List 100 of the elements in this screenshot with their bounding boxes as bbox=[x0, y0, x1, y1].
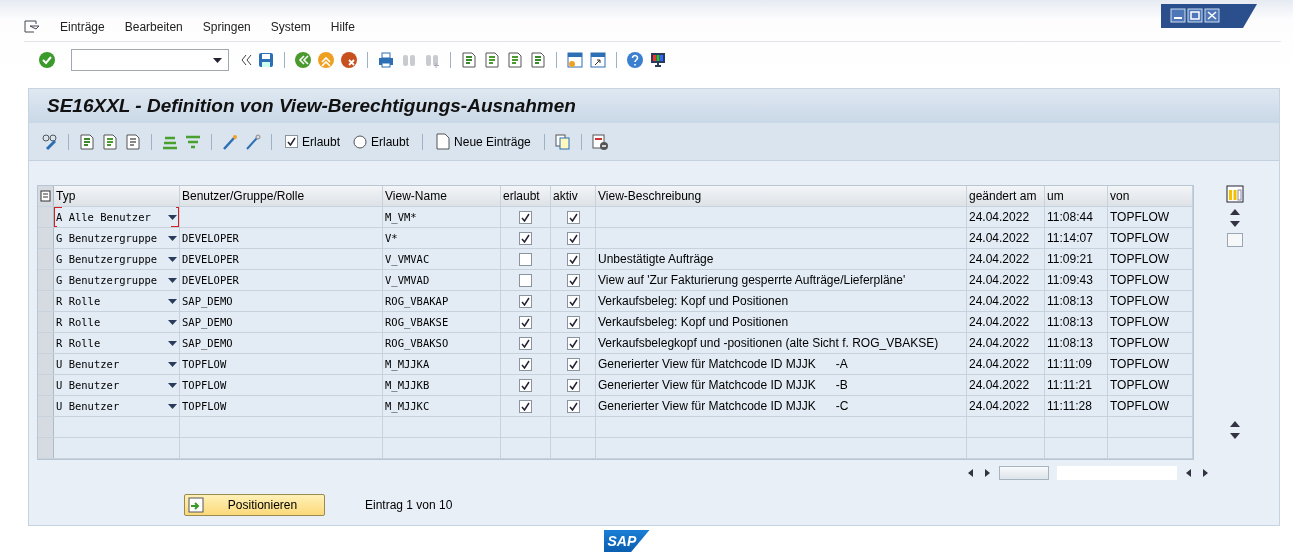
delete-row-icon[interactable] bbox=[590, 132, 609, 151]
scroll-down-icon[interactable] bbox=[1230, 433, 1240, 439]
glasses-pencil-icon[interactable] bbox=[41, 132, 59, 151]
column-header[interactable]: Benutzer/Gruppe/Rolle bbox=[180, 186, 383, 206]
checkbox[interactable] bbox=[566, 399, 580, 413]
dropdown-caret-icon[interactable] bbox=[168, 361, 177, 367]
dropdown-caret-icon[interactable] bbox=[168, 382, 177, 388]
checkbox[interactable] bbox=[566, 315, 580, 329]
save-icon[interactable] bbox=[257, 51, 275, 69]
type-dropdown[interactable]: G Benutzergruppe bbox=[54, 270, 180, 290]
checkbox[interactable] bbox=[566, 252, 580, 266]
cancel-icon[interactable] bbox=[340, 51, 358, 69]
caret-icon bbox=[213, 57, 222, 63]
scroll-left-icon[interactable] bbox=[967, 468, 975, 478]
column-header[interactable]: um bbox=[1045, 186, 1108, 206]
column-header[interactable]: View-Name bbox=[383, 186, 501, 206]
table-cell: M_VM* bbox=[385, 211, 417, 223]
window-controls[interactable] bbox=[1161, 4, 1257, 28]
table-cell: TOPFLOW bbox=[1110, 273, 1170, 287]
entry-count: Eintrag 1 von 10 bbox=[365, 498, 453, 512]
dropdown-caret-icon[interactable] bbox=[168, 340, 177, 346]
scroll-down-icon[interactable] bbox=[1230, 221, 1240, 227]
type-dropdown[interactable]: U Benutzer bbox=[54, 375, 180, 395]
menu-item[interactable]: Einträge bbox=[60, 19, 105, 34]
new-entries-button[interactable]: Neue Einträge bbox=[432, 133, 535, 150]
print-icon[interactable] bbox=[377, 51, 395, 69]
checkbox[interactable] bbox=[519, 273, 532, 287]
column-header[interactable]: erlaubt bbox=[501, 186, 551, 206]
table-settings-icon[interactable] bbox=[39, 190, 52, 202]
type-dropdown[interactable]: G Benutzergruppe bbox=[54, 228, 180, 248]
type-dropdown[interactable]: U Benutzer bbox=[54, 396, 180, 416]
type-dropdown[interactable]: R Rolle bbox=[54, 312, 180, 332]
scroll-thumb[interactable] bbox=[999, 466, 1049, 480]
dropdown-caret-icon[interactable] bbox=[168, 256, 177, 262]
menu-icon[interactable] bbox=[24, 19, 40, 34]
dropdown-caret-icon[interactable] bbox=[168, 214, 177, 220]
dropdown-caret-icon[interactable] bbox=[168, 235, 177, 241]
monitor-icon[interactable] bbox=[649, 51, 667, 69]
checkbox[interactable] bbox=[566, 210, 580, 224]
type-dropdown[interactable]: U Benutzer bbox=[54, 354, 180, 374]
checkbox[interactable] bbox=[519, 315, 532, 329]
new-session-icon[interactable] bbox=[566, 51, 584, 69]
checkbox[interactable] bbox=[519, 252, 532, 266]
checkbox[interactable] bbox=[566, 273, 580, 287]
menu-item[interactable]: Bearbeiten bbox=[124, 19, 183, 34]
type-dropdown[interactable]: A Alle Benutzer bbox=[54, 207, 180, 227]
checkbox[interactable] bbox=[519, 294, 532, 308]
table-cell: TOPFLOW bbox=[1110, 231, 1170, 245]
type-dropdown[interactable]: R Rolle bbox=[54, 333, 180, 353]
scroll-left-icon[interactable] bbox=[1185, 468, 1193, 478]
checkbox[interactable] bbox=[566, 336, 580, 350]
checkbox[interactable] bbox=[566, 378, 580, 392]
checkbox[interactable] bbox=[566, 231, 580, 245]
table-cell: 11:08:13 bbox=[1047, 294, 1093, 308]
magic-wand-icon[interactable] bbox=[221, 132, 239, 151]
table-cell: TOPFLOW bbox=[1110, 378, 1170, 392]
scroll-thumb[interactable] bbox=[1227, 233, 1243, 247]
column-header[interactable]: geändert am bbox=[967, 186, 1045, 206]
scroll-right-icon[interactable] bbox=[983, 468, 991, 478]
menu-item[interactable]: Springen bbox=[202, 19, 251, 34]
dropdown-caret-icon[interactable] bbox=[168, 403, 177, 409]
table-cell: ROG_VBAKSE bbox=[385, 316, 449, 328]
dropdown-caret-icon[interactable] bbox=[168, 319, 177, 325]
column-layout-icon[interactable] bbox=[1226, 185, 1244, 203]
sap-logo: SAP bbox=[603, 530, 650, 552]
command-field[interactable] bbox=[71, 49, 229, 71]
checkbox[interactable] bbox=[519, 399, 532, 413]
type-dropdown[interactable]: G Benutzergruppe bbox=[54, 249, 180, 269]
table-cell: 11:08:13 bbox=[1047, 336, 1093, 350]
menu-item[interactable]: System bbox=[270, 19, 311, 34]
table-cell: 24.04.2022 bbox=[969, 252, 1030, 266]
checkbox[interactable] bbox=[519, 336, 532, 350]
column-header[interactable]: von bbox=[1108, 186, 1193, 206]
checkbox[interactable] bbox=[519, 378, 532, 392]
scroll-up-icon[interactable] bbox=[1230, 209, 1240, 215]
checkbox[interactable] bbox=[519, 231, 532, 245]
scroll-up-icon[interactable] bbox=[1230, 421, 1240, 427]
magic-wand-icon[interactable] bbox=[244, 132, 262, 151]
enter-icon[interactable] bbox=[38, 51, 56, 69]
checkbox[interactable] bbox=[519, 210, 532, 224]
copy-icon[interactable] bbox=[553, 132, 572, 151]
table-cell: 24.04.2022 bbox=[969, 399, 1030, 413]
back-icon[interactable] bbox=[294, 51, 312, 69]
allowed-radio[interactable]: Erlaubt bbox=[349, 134, 414, 149]
column-header[interactable]: aktiv bbox=[551, 186, 596, 206]
column-header[interactable]: Typ bbox=[54, 186, 180, 206]
position-button[interactable]: Positionieren bbox=[184, 494, 325, 516]
menu-item[interactable]: Hilfe bbox=[330, 19, 355, 34]
dropdown-caret-icon[interactable] bbox=[168, 298, 177, 304]
help-icon[interactable] bbox=[626, 51, 644, 69]
scroll-right-icon[interactable] bbox=[1201, 468, 1209, 478]
dropdown-caret-icon[interactable] bbox=[168, 277, 177, 283]
type-dropdown[interactable]: R Rolle bbox=[54, 291, 180, 311]
checkbox[interactable] bbox=[566, 357, 580, 371]
radio-icon bbox=[353, 134, 368, 149]
allowed-checkbox[interactable]: Erlaubt bbox=[281, 134, 345, 149]
checkbox[interactable] bbox=[566, 294, 580, 308]
shortcut-icon[interactable] bbox=[589, 51, 607, 69]
checkbox[interactable] bbox=[519, 357, 532, 371]
column-header[interactable]: View-Beschreibung bbox=[596, 186, 967, 206]
